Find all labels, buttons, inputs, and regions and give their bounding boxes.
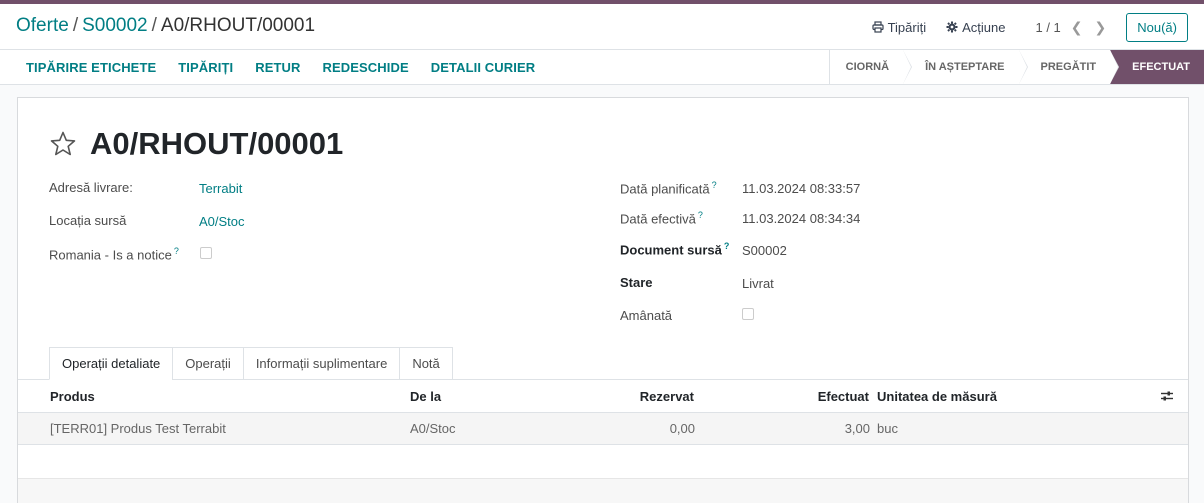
romania-notice-checkbox[interactable]: [200, 247, 212, 262]
action-bar: TIPĂRIRE ETICHETE TIPĂRIȚI RETUR REDESCH…: [0, 50, 1204, 85]
source-document-value[interactable]: S00002: [742, 243, 787, 258]
reopen-button[interactable]: REDESCHIDE: [323, 60, 409, 75]
breadcrumb-parent[interactable]: S00002: [82, 15, 148, 36]
column-from[interactable]: De la: [410, 380, 441, 412]
pager-value[interactable]: 1 / 1: [1035, 20, 1060, 35]
scheduled-date-value[interactable]: 11.03.2024 08:33:57: [742, 181, 860, 196]
row-reserved: 0,00: [669, 421, 695, 436]
tab-additional-info[interactable]: Informații suplimentare: [242, 347, 400, 380]
pager-next-icon[interactable]: ❯: [1095, 19, 1107, 36]
status-bar: CIORNĂ ÎN AȘTEPTARE PREGĂTIT EFECTUAT: [828, 50, 1204, 84]
help-icon[interactable]: ?: [712, 180, 717, 190]
scheduled-date-label-text: Dată planificată: [620, 181, 710, 197]
stage-done[interactable]: EFECTUAT: [1110, 50, 1204, 84]
table-row[interactable]: [TERR01] Produs Test Terrabit A0/Stoc 0,…: [18, 413, 1188, 445]
action-menu-label: Acțiune: [962, 19, 1006, 35]
help-icon[interactable]: ?: [698, 210, 703, 220]
column-reserved[interactable]: Rezervat: [578, 380, 694, 412]
table-header: Produs De la Rezervat Efectuat Unitatea …: [18, 380, 1188, 413]
source-location-value[interactable]: A0/Stoc: [199, 214, 245, 229]
breadcrumb-current: A0/RHOUT/00001: [160, 15, 316, 36]
action-menu-button[interactable]: Acțiune: [946, 20, 1005, 35]
source-document-label-text: Document sursă: [620, 242, 722, 258]
notebook-tabs: Operații detaliate Operații Informații s…: [49, 347, 453, 380]
printer-icon: [871, 21, 884, 33]
control-panel: Oferte / S00002/A0/RHOUT/00001 Tipăriți Ac…: [0, 4, 1204, 50]
effective-date-label-text: Dată efectivă: [620, 211, 696, 227]
romania-notice-label-text: Romania - Is a notice: [49, 247, 172, 263]
scheduled-date-label: Dată planificată?: [620, 180, 717, 196]
effective-date-value[interactable]: 11.03.2024 08:34:34: [742, 211, 860, 226]
breadcrumb-separator: /: [72, 15, 79, 36]
effective-date-label: Dată efectivă?: [620, 210, 703, 226]
breadcrumb-separator: /: [151, 15, 157, 36]
help-icon[interactable]: ?: [724, 241, 730, 251]
pager: 1 / 1 ❮ ❯: [1035, 19, 1106, 36]
record-title: A0/RHOUT/00001: [90, 126, 344, 161]
delivery-address-label: Adresă livrare:: [49, 180, 133, 195]
tab-note[interactable]: Notă: [399, 347, 453, 380]
optional-columns-icon[interactable]: [1160, 389, 1174, 403]
tab-detailed-operations[interactable]: Operații detaliate: [49, 347, 173, 380]
action-buttons: TIPĂRIRE ETICHETE TIPĂRIȚI RETUR REDESCH…: [15, 50, 546, 85]
new-record-button[interactable]: Nou(ă): [1126, 12, 1188, 42]
source-document-label: Document sursă?: [620, 241, 729, 257]
row-done: 3,00: [844, 421, 870, 436]
romania-notice-label: Romania - Is a notice?: [49, 246, 179, 262]
row-from: A0/Stoc: [410, 421, 456, 436]
column-done[interactable]: Efectuat: [754, 380, 869, 412]
gear-icon: [946, 21, 958, 33]
print-button[interactable]: TIPĂRIȚI: [178, 60, 233, 75]
column-uom[interactable]: Unitatea de măsură: [877, 380, 997, 412]
stage-waiting[interactable]: ÎN AȘTEPTARE: [903, 50, 1029, 84]
source-location-label: Locația sursă: [49, 213, 127, 228]
stage-done-label: EFECTUAT: [1132, 61, 1190, 73]
state-label: Stare: [620, 275, 653, 290]
row-product: [TERR01] Produs Test Terrabit: [50, 421, 226, 436]
stage-draft[interactable]: CIORNĂ: [828, 50, 913, 84]
print-menu-button[interactable]: Tipăriți: [871, 19, 927, 35]
control-actions: Tipăriți Acțiune 1 / 1 ❮ ❯ Nou(ă): [871, 12, 1188, 42]
tab-operations[interactable]: Operații: [172, 347, 243, 380]
return-button[interactable]: RETUR: [255, 60, 300, 75]
pager-previous-icon[interactable]: ❮: [1071, 19, 1083, 36]
row-uom: buc: [877, 421, 898, 436]
postponed-label: Amânată: [620, 308, 673, 323]
postponed-checkbox[interactable]: [742, 308, 754, 323]
column-product[interactable]: Produs: [50, 380, 95, 412]
record-header: A0/RHOUT/00001: [49, 126, 343, 162]
delivery-address-value[interactable]: Terrabit: [199, 181, 242, 196]
state-value: Livrat: [742, 276, 774, 291]
print-labels-button[interactable]: TIPĂRIRE ETICHETE: [26, 60, 156, 75]
checkbox-box: [200, 247, 212, 259]
help-icon[interactable]: ?: [174, 246, 179, 256]
print-menu-label: Tipăriți: [887, 19, 927, 35]
checkbox-box: [742, 308, 754, 320]
star-icon[interactable]: [49, 130, 77, 158]
table-footer: [18, 478, 1188, 503]
breadcrumb: Oferte / S00002/A0/RHOUT/00001: [16, 15, 315, 37]
courier-details-button[interactable]: DETALII CURIER: [431, 60, 535, 75]
stage-ready[interactable]: PREGĂTIT: [1018, 50, 1119, 84]
breadcrumb-root[interactable]: Oferte: [16, 15, 69, 36]
form-sheet: A0/RHOUT/00001 Adresă livrare: Terrabit …: [17, 97, 1189, 503]
